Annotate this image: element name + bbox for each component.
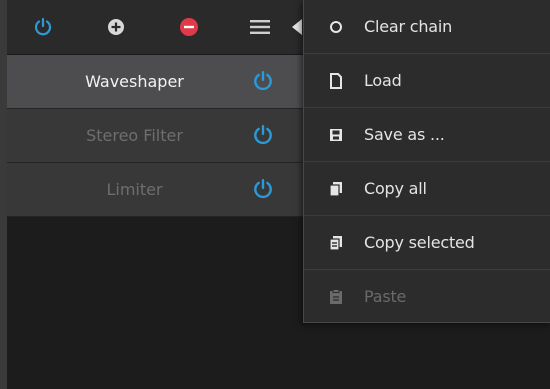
power-icon [254, 178, 272, 199]
file-icon [328, 72, 344, 89]
menu-button[interactable] [248, 15, 272, 39]
effect-name: Waveshaper [85, 72, 184, 91]
copy-selected-icon [328, 235, 344, 251]
power-button[interactable] [31, 15, 55, 39]
power-icon [34, 17, 52, 36]
menu-item-copy-all[interactable]: Copy all [304, 162, 550, 216]
copy-all-icon [328, 181, 344, 197]
menu-item-label: Save as ... [364, 125, 445, 144]
chain-item-waveshaper[interactable]: Waveshaper [7, 55, 304, 109]
plus-circle-icon [108, 19, 124, 35]
menu-item-label: Paste [364, 287, 407, 306]
effect-power-toggle[interactable] [252, 178, 276, 202]
effect-chain: Waveshaper Stereo Filter Limiter [7, 55, 304, 217]
menu-pointer [292, 19, 302, 35]
power-icon [254, 70, 272, 91]
add-effect-button[interactable] [104, 15, 128, 39]
menu-item-label: Clear chain [364, 17, 453, 36]
chain-context-menu: Clear chain Load Save as ... Copy all Co… [303, 0, 550, 323]
menu-item-clear-chain[interactable]: Clear chain [304, 0, 550, 54]
hamburger-menu-icon [250, 20, 270, 34]
menu-item-label: Load [364, 71, 402, 90]
menu-item-label: Copy all [364, 179, 427, 198]
chain-item-stereo-filter[interactable]: Stereo Filter [7, 109, 304, 163]
circle-icon [328, 19, 344, 35]
menu-item-copy-selected[interactable]: Copy selected [304, 216, 550, 270]
left-border [0, 0, 7, 389]
menu-item-label: Copy selected [364, 233, 475, 252]
effect-power-toggle[interactable] [252, 124, 276, 148]
paste-icon [328, 288, 344, 305]
save-icon [328, 127, 344, 143]
chain-toolbar [7, 0, 304, 55]
plugin-window: Waveshaper Stereo Filter Limiter Clear c… [0, 0, 550, 389]
power-icon [254, 124, 272, 145]
effect-power-toggle[interactable] [252, 70, 276, 94]
effect-name: Limiter [106, 180, 163, 199]
menu-item-paste[interactable]: Paste [304, 270, 550, 323]
effect-name: Stereo Filter [86, 126, 183, 145]
minus-circle-icon [180, 18, 198, 36]
menu-item-load[interactable]: Load [304, 54, 550, 108]
menu-item-save-as[interactable]: Save as ... [304, 108, 550, 162]
chain-empty-area [7, 217, 304, 389]
chain-item-limiter[interactable]: Limiter [7, 163, 304, 217]
remove-effect-button[interactable] [177, 15, 201, 39]
